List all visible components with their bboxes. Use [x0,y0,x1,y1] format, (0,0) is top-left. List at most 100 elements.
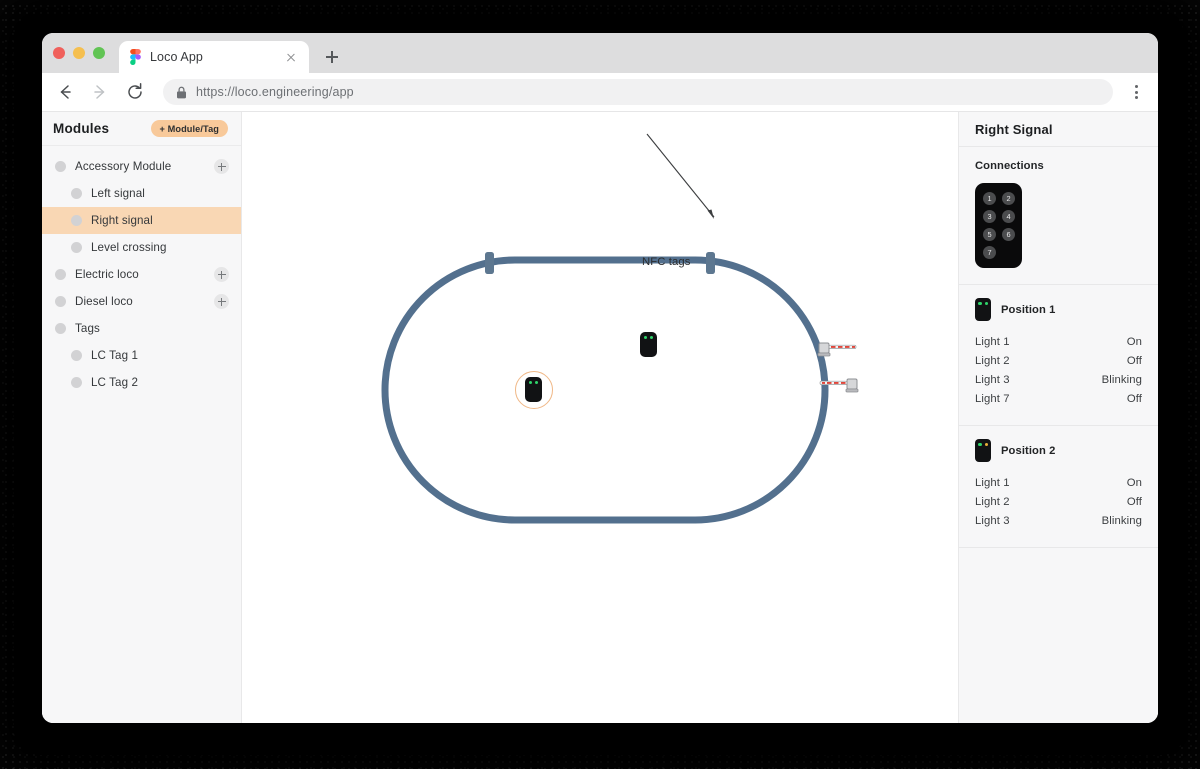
connections-title: Connections [975,160,1044,172]
connector-pin-1[interactable]: 1 [983,192,996,205]
sidebar-item-diesel-loco[interactable]: Diesel loco [42,288,241,315]
sidebar-item-lc-tag-2[interactable]: LC Tag 2 [42,369,241,396]
properties-panel-header: Right Signal [959,112,1158,147]
signal-device-selected[interactable] [525,377,542,402]
module-bullet-icon [71,350,82,361]
light-value: Off [1126,393,1142,405]
light-name: Light 3 [975,515,1010,527]
sidebar-item-label: Level crossing [91,241,167,254]
close-tab-icon[interactable] [283,49,299,65]
sidebar-item-electric-loco[interactable]: Electric loco [42,261,241,288]
address-bar[interactable]: https://loco.engineering/app [163,79,1113,105]
module-bullet-icon [55,161,66,172]
connector-pin-6[interactable]: 6 [1002,228,1015,241]
sidebar-item-accessory-module[interactable]: Accessory Module [42,153,241,180]
light-row[interactable]: Light 3 Blinking [975,371,1142,390]
layout-canvas[interactable]: NFC tags [242,112,958,723]
position-name: Position 1 [1001,303,1056,316]
module-bullet-icon [71,215,82,226]
module-bullet-icon [71,242,82,253]
reload-icon[interactable] [124,81,146,103]
signal-device-icon [975,439,991,462]
connections-section: Connections 1234567 [959,147,1158,285]
forward-arrow-icon[interactable] [89,81,111,103]
connector-widget[interactable]: 1234567 [975,183,1022,268]
sidebar-title: Modules [53,121,110,136]
sidebar-item-left-signal[interactable]: Left signal [42,180,241,207]
position-section: Position 1 Light 1 On Light 2 Off Light 3 Blin… [959,285,1158,426]
module-bullet-icon [71,188,82,199]
maximize-window-button[interactable] [93,47,105,59]
light-value: Off [1126,496,1142,508]
add-module-tag-button[interactable]: + Module/Tag [150,120,228,137]
level-crossing-barrier-lower[interactable] [817,373,859,395]
light-row[interactable]: Light 2 Off [975,493,1142,512]
light-row[interactable]: Light 3 Blinking [975,512,1142,531]
new-tab-button[interactable] [318,43,346,71]
browser-menu-icon[interactable] [1126,81,1146,103]
sidebar-item-label: LC Tag 1 [91,349,138,362]
light-name: Light 1 [975,477,1010,489]
sidebar-item-right-signal[interactable]: Right signal [42,207,241,234]
light-row[interactable]: Light 7 Off [975,390,1142,409]
module-tree: Accessory Module Left signal Right signal L… [42,146,241,396]
annotation-line [646,133,715,218]
add-child-button[interactable] [214,159,229,174]
sidebar-header: Modules + Module/Tag [42,112,241,146]
sidebar-item-label: Left signal [91,187,145,200]
module-bullet-icon [71,377,82,388]
position-header: Position 1 [975,298,1142,321]
light-value: Blinking [1101,515,1142,527]
properties-title: Right Signal [975,121,1053,137]
light-row[interactable]: Light 2 Off [975,352,1142,371]
sidebar-item-label: Right signal [91,214,153,227]
sidebar-item-level-crossing[interactable]: Level crossing [42,234,241,261]
light-value: On [1126,477,1142,489]
light-name: Light 1 [975,336,1010,348]
light-name: Light 3 [975,374,1010,386]
position-header: Position 2 [975,439,1142,462]
positions-list: Position 1 Light 1 On Light 2 Off Light 3 Blin… [959,285,1158,548]
track-diagram [381,133,829,524]
app-body: Modules + Module/Tag Accessory Module Lef… [42,112,1158,723]
properties-panel: Right Signal Connections 1234567 Positio… [958,112,1158,723]
nfc-tag-marker-left [485,252,494,274]
nfc-tag-marker-right [706,252,715,274]
sidebar-item-lc-tag-1[interactable]: LC Tag 1 [42,342,241,369]
url-text: https://loco.engineering/app [196,85,354,99]
connector-pin-7[interactable]: 7 [983,246,996,259]
light-value: Off [1126,355,1142,367]
connector-pin-4[interactable]: 4 [1002,210,1015,223]
minimize-window-button[interactable] [73,47,85,59]
light-name: Light 2 [975,496,1010,508]
sidebar-item-label: Tags [75,322,100,335]
figma-logo-icon [130,49,141,65]
sidebar-item-label: Electric loco [75,268,139,281]
connector-pin-5[interactable]: 5 [983,228,996,241]
signal-device-upper[interactable] [640,332,657,357]
connector-pin-3[interactable]: 3 [983,210,996,223]
position-name: Position 2 [1001,444,1056,457]
close-window-button[interactable] [53,47,65,59]
light-row[interactable]: Light 1 On [975,474,1142,493]
light-value: Blinking [1101,374,1142,386]
level-crossing-barrier-upper[interactable] [817,337,859,359]
tab-title: Loco App [150,50,203,64]
module-bullet-icon [55,269,66,280]
browser-tab[interactable]: Loco App [119,41,309,73]
browser-window: Loco App https://loco.engineering/app Mo… [42,33,1158,723]
module-bullet-icon [55,323,66,334]
add-child-button[interactable] [214,294,229,309]
back-arrow-icon[interactable] [54,81,76,103]
light-row[interactable]: Light 1 On [975,333,1142,352]
browser-toolbar: https://loco.engineering/app [42,73,1158,112]
module-bullet-icon [55,296,66,307]
modules-sidebar: Modules + Module/Tag Accessory Module Lef… [42,112,242,723]
lock-icon [177,86,186,98]
sidebar-item-label: LC Tag 2 [91,376,138,389]
sidebar-item-label: Diesel loco [75,295,133,308]
add-child-button[interactable] [214,267,229,282]
sidebar-item-tags[interactable]: Tags [42,315,241,342]
connector-pin-2[interactable]: 2 [1002,192,1015,205]
window-controls [53,33,119,73]
